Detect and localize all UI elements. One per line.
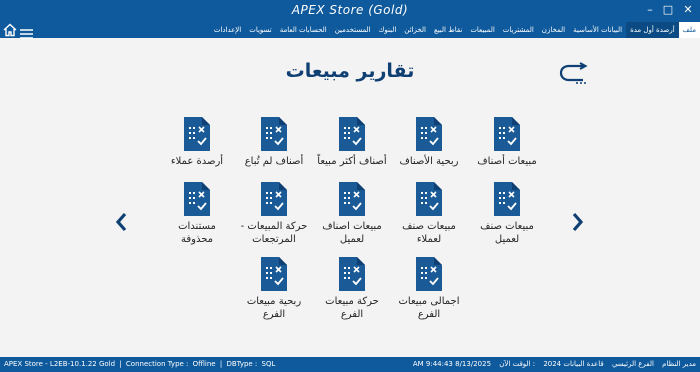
tile-label: مبيعات صنف لعملاء xyxy=(402,221,456,245)
tile-label: مبيعات اصناف لعميل xyxy=(322,221,382,245)
tile-label: مستندات محذوفة xyxy=(178,221,216,245)
app-title: APEX Store (Gold) xyxy=(291,3,409,17)
report-document-icon xyxy=(261,182,287,216)
status-connection-label: Connection Type : xyxy=(125,360,189,368)
report-document-icon xyxy=(416,257,442,291)
menu-general-accounts[interactable]: الحسابات العامة xyxy=(276,22,331,38)
report-document-icon xyxy=(339,257,365,291)
status-left: APEX Store - L2EB-10.1.22 Gold | Connect… xyxy=(4,357,277,372)
page-title: تقارير مبيعات xyxy=(285,60,415,82)
report-document-icon xyxy=(261,257,287,291)
status-right: مدير النظام الفرع الرئيسي قاعدة البيانات… xyxy=(407,357,696,372)
menu-stores[interactable]: المخازن xyxy=(538,22,569,38)
status-app-version: APEX Store - L2EB-10.1.22 Gold xyxy=(4,360,116,368)
status-branch: الفرع الرئيسي xyxy=(611,360,654,368)
tile-label: أصناف لم تُباع xyxy=(244,156,304,167)
menu-file[interactable]: ملف xyxy=(678,22,700,38)
title-bar: APEX Store (Gold) – □ ✕ xyxy=(0,0,700,22)
report-tile-branch-sales-total[interactable]: اجمالى مبيعات الفرع xyxy=(394,255,464,321)
tile-label: اجمالى مبيعات الفرع xyxy=(398,296,460,320)
menu-users[interactable]: المستخدمين xyxy=(331,22,375,38)
report-tile-branch-sales-movement[interactable]: حركة مبيعات الفرع xyxy=(317,255,387,321)
status-user: مدير النظام xyxy=(662,360,696,368)
report-document-icon xyxy=(261,117,287,151)
menu-opening-balances[interactable]: أرصدة أول مدة xyxy=(626,22,679,38)
tile-label: ربحية مبيعات الفرع xyxy=(246,296,302,320)
menu-basic-data[interactable]: البيانات الأساسية xyxy=(569,22,626,38)
tile-label: أصناف أكثر مبيعاً xyxy=(317,156,387,167)
report-tile-item-sales-per-customer[interactable]: مبيعات صنف لعميل xyxy=(472,180,542,246)
report-document-icon xyxy=(339,182,365,216)
report-tile-items-sales-per-customer[interactable]: مبيعات اصناف لعميل xyxy=(317,180,387,246)
tile-label: حركة مبيعات الفرع xyxy=(325,296,379,320)
status-datetime: 8/13/2025 9:44:43 AM xyxy=(412,360,492,368)
menu-settings[interactable]: الإعدادات xyxy=(210,22,245,38)
maximize-button[interactable]: □ xyxy=(660,3,676,17)
report-document-icon xyxy=(339,117,365,151)
report-tile-items-sales[interactable]: مبيعات أصناف xyxy=(472,115,542,168)
status-separator: | xyxy=(119,360,122,368)
tile-label: أرصدة عملاء xyxy=(170,156,224,167)
report-tile-deleted-documents[interactable]: مستندات محذوفة xyxy=(162,180,232,246)
report-document-icon xyxy=(416,117,442,151)
close-button[interactable]: ✕ xyxy=(680,3,696,17)
report-document-icon xyxy=(184,117,210,151)
report-document-icon xyxy=(416,182,442,216)
tile-label: مبيعات أصناف xyxy=(477,156,537,167)
status-time-label: : الوقت الآن xyxy=(499,360,536,368)
tile-label: ربحية الأصناف xyxy=(399,156,459,167)
hamburger-icon[interactable] xyxy=(20,24,33,43)
report-tile-unsold-items[interactable]: أصناف لم تُباع xyxy=(239,115,309,168)
status-dbtype-value: SQL xyxy=(261,360,276,368)
status-database: قاعدة البيانات 2024 xyxy=(543,360,604,368)
status-bar: APEX Store - L2EB-10.1.22 Gold | Connect… xyxy=(0,357,700,372)
menu-cash-boxes[interactable]: الخزائن xyxy=(400,22,430,38)
report-tile-branch-sales-profit[interactable]: ربحية مبيعات الفرع xyxy=(239,255,309,321)
tile-label: مبيعات صنف لعميل xyxy=(480,221,534,245)
chevron-left-icon[interactable] xyxy=(115,212,127,236)
menu-settlements[interactable]: تسويات xyxy=(245,22,275,38)
report-document-icon xyxy=(494,117,520,151)
report-tile-item-sales-per-customers[interactable]: مبيعات صنف لعملاء xyxy=(394,180,464,246)
menu-purchases[interactable]: المشتريات xyxy=(499,22,538,38)
menu-bar: ملفأرصدة أول مدةالبيانات الأساسيةالمخازن… xyxy=(0,22,700,38)
report-tile-best-sellers[interactable]: أصناف أكثر مبيعاً xyxy=(317,115,387,168)
menu-banks[interactable]: البنوك xyxy=(375,22,401,38)
menu-sales[interactable]: المبيعات xyxy=(466,22,498,38)
report-tile-sales-returns-movement[interactable]: حركة المبيعات - المرتجعات xyxy=(239,180,309,246)
report-tile-items-profit[interactable]: ربحية الأصناف xyxy=(394,115,464,168)
toolbar xyxy=(0,19,40,39)
chevron-right-icon[interactable] xyxy=(572,212,584,236)
status-separator: | xyxy=(219,360,223,368)
report-document-icon xyxy=(184,182,210,216)
status-dbtype-label: DBType : xyxy=(226,360,258,368)
home-icon[interactable] xyxy=(3,22,17,41)
minimize-button[interactable]: – xyxy=(642,3,658,17)
status-connection-value: Offline xyxy=(192,360,216,368)
report-tile-customer-balances[interactable]: أرصدة عملاء xyxy=(162,115,232,168)
tile-label: حركة المبيعات - المرتجعات xyxy=(240,221,308,245)
menu-pos[interactable]: نقاط البيع xyxy=(430,22,466,38)
report-document-icon xyxy=(494,182,520,216)
back-arrow-icon[interactable] xyxy=(557,62,589,90)
